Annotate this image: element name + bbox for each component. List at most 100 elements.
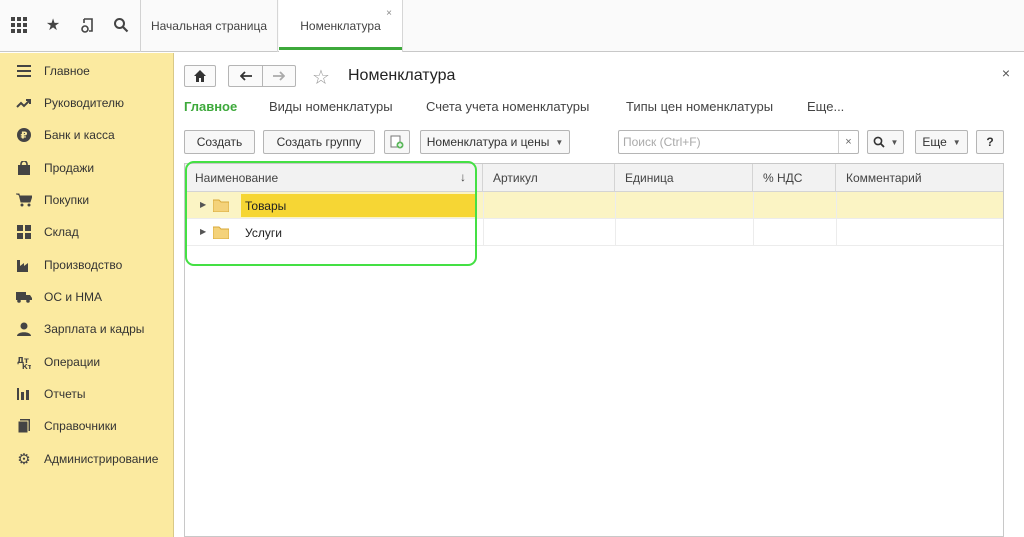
nav-link-accounting-accounts[interactable]: Счета учета номенклатуры <box>426 99 589 114</box>
nomenclature-prices-dropdown[interactable]: Номенклатура и цены ▼ <box>420 130 570 154</box>
sidebar-item-warehouse[interactable]: Склад <box>0 220 174 244</box>
tab-nomenclature[interactable]: Номенклатура × <box>279 0 403 52</box>
cart-icon <box>16 192 32 208</box>
copy-add-icon <box>390 135 404 149</box>
search-icon[interactable] <box>110 14 132 36</box>
create-button-label: Создать <box>196 135 243 149</box>
warehouse-grid-icon <box>16 224 32 240</box>
tab-home-label: Начальная страница <box>150 19 268 33</box>
page-title: Номенклатура <box>348 67 456 84</box>
sidebar-item-reports[interactable]: Отчеты <box>0 382 174 406</box>
sidebar-item-label: Производство <box>44 258 123 272</box>
help-icon: ? <box>986 135 994 149</box>
more-button[interactable]: Еще ▼ <box>915 130 968 154</box>
menu-lines-icon <box>16 63 32 79</box>
cell-divider <box>483 192 484 219</box>
table-row[interactable]: ▶ Товары <box>185 192 1003 219</box>
sidebar-item-bank[interactable]: ₽ Банк и касса <box>0 123 174 147</box>
favorites-star-icon[interactable]: ★ <box>42 14 64 36</box>
sidebar-item-label: Администрирование <box>44 452 159 466</box>
sidebar-item-purchases[interactable]: Покупки <box>0 188 174 212</box>
clear-search-icon[interactable]: × <box>838 131 858 153</box>
nomenclature-prices-label: Номенклатура и цены <box>426 135 550 149</box>
forward-button[interactable] <box>262 65 296 87</box>
nav-link-price-types[interactable]: Типы цен номенклатуры <box>626 99 773 114</box>
truck-icon <box>16 289 32 305</box>
folder-icon <box>213 199 229 212</box>
close-form-icon[interactable]: × <box>1002 65 1010 81</box>
sidebar-item-production[interactable]: Производство <box>0 253 174 277</box>
sidebar-item-main[interactable]: Главное <box>0 59 174 83</box>
table-header: Наименование ↓ Артикул Единица % НДС Ком… <box>185 164 1003 192</box>
nav-link-main[interactable]: Главное <box>184 99 237 114</box>
cell-divider <box>753 192 754 219</box>
nav-link-nomenclature-types[interactable]: Виды номенклатуры <box>269 99 393 114</box>
create-group-button[interactable]: Создать группу <box>263 130 375 154</box>
cell-divider <box>615 219 616 246</box>
sidebar-item-label: Склад <box>44 225 79 239</box>
copy-button[interactable] <box>384 130 410 154</box>
expand-arrow-icon[interactable]: ▶ <box>200 200 206 209</box>
tab-close-icon[interactable]: × <box>386 8 392 19</box>
operations-icon: Дт Кт <box>16 354 32 370</box>
expand-arrow-icon[interactable]: ▶ <box>200 227 206 236</box>
sidebar-item-fixed-assets[interactable]: ОС и НМА <box>0 285 174 309</box>
trend-chart-icon <box>16 95 32 111</box>
sidebar-item-label: Справочники <box>44 419 117 433</box>
arrow-left-icon <box>239 71 252 81</box>
cell-divider <box>615 192 616 219</box>
sidebar-item-label: Руководителю <box>44 96 125 110</box>
gear-icon: ⚙ <box>17 451 31 468</box>
nomenclature-table[interactable]: Наименование ↓ Артикул Единица % НДС Ком… <box>184 163 1004 537</box>
folder-icon <box>213 226 229 239</box>
search-icon <box>873 136 885 148</box>
search-input[interactable] <box>619 131 839 153</box>
svg-text:Кт: Кт <box>22 363 31 369</box>
sidebar-item-label: Покупки <box>44 193 90 207</box>
sidebar-item-manager[interactable]: Руководителю <box>0 91 174 115</box>
help-button[interactable]: ? <box>976 130 1004 154</box>
factory-icon <box>16 257 32 273</box>
column-header-vat[interactable]: % НДС <box>753 164 836 192</box>
favorite-star-icon[interactable]: ☆ <box>312 65 330 90</box>
cell-divider <box>836 192 837 219</box>
search-options-button[interactable]: ▼ <box>867 130 904 154</box>
row-name: Товары <box>241 194 475 217</box>
sort-desc-icon[interactable]: ↓ <box>460 170 466 184</box>
svg-text:₽: ₽ <box>21 131 28 142</box>
tab-home[interactable]: Начальная страница <box>141 0 278 52</box>
history-icon[interactable] <box>77 14 99 36</box>
bar-chart-icon <box>16 386 32 402</box>
cell-divider <box>483 219 484 246</box>
back-button[interactable] <box>228 65 262 87</box>
column-header-comment[interactable]: Комментарий <box>836 164 1003 192</box>
search-field[interactable]: × <box>618 130 859 154</box>
sidebar-item-salary[interactable]: Зарплата и кадры <box>0 317 174 341</box>
column-header-unit[interactable]: Единица <box>615 164 753 192</box>
sidebar-item-sales[interactable]: Продажи <box>0 156 174 180</box>
sidebar-item-admin[interactable]: ⚙ Администрирование <box>0 447 174 471</box>
column-header-name[interactable]: Наименование ↓ <box>185 164 483 192</box>
chevron-down-icon: ▼ <box>952 137 961 147</box>
column-header-article[interactable]: Артикул <box>483 164 615 192</box>
sidebar-item-label: Операции <box>44 355 101 369</box>
home-button[interactable] <box>184 65 216 87</box>
more-button-label: Еще <box>922 135 947 149</box>
create-group-label: Создать группу <box>276 135 362 149</box>
chevron-down-icon: ▼ <box>890 137 899 147</box>
books-icon <box>16 418 32 434</box>
sidebar-item-operations[interactable]: Дт Кт Операции <box>0 350 174 374</box>
apps-grid-icon[interactable] <box>8 14 30 36</box>
home-icon <box>194 70 206 82</box>
cell-divider <box>836 219 837 246</box>
sidebar-item-label: Зарплата и кадры <box>44 322 145 336</box>
row-name: Услуги <box>245 225 282 240</box>
sidebar-item-directories[interactable]: Справочники <box>0 414 174 438</box>
sidebar-item-label: Продажи <box>44 161 95 175</box>
chevron-down-icon: ▼ <box>555 137 564 147</box>
sidebar: Главное Руководителю ₽ Банк и касса Прод… <box>0 53 174 537</box>
table-row[interactable]: ▶ Услуги <box>185 219 1003 246</box>
sidebar-item-label: Отчеты <box>44 387 86 401</box>
nav-link-more[interactable]: Еще... <box>807 99 844 114</box>
create-button[interactable]: Создать <box>184 130 255 154</box>
